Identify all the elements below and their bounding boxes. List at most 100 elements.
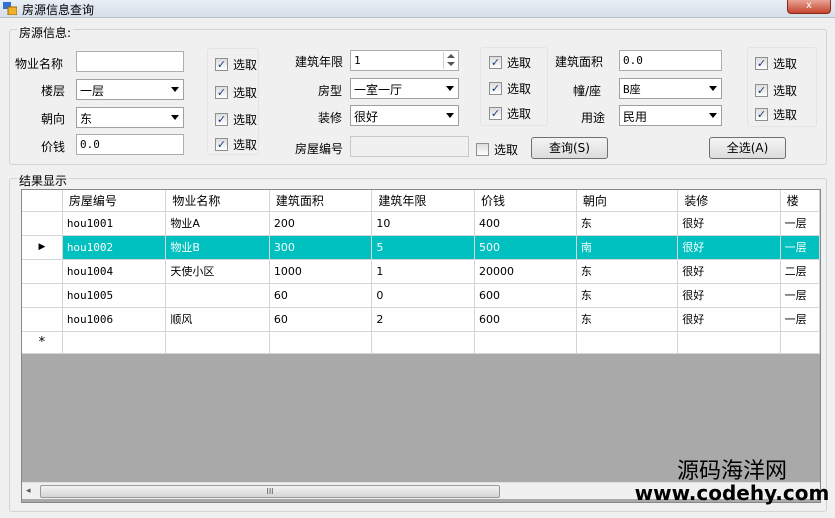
table-cell[interactable]: 很好 (677, 235, 781, 260)
table-cell[interactable] (576, 331, 679, 354)
column-header[interactable]: 楼 (780, 190, 820, 212)
table-row-selected[interactable]: ▶ hou1002 物业B 300 5 500 南 很好 一层 (22, 235, 820, 260)
table-cell[interactable] (165, 331, 270, 354)
table-cell[interactable]: 0 (371, 283, 475, 308)
table-cell[interactable]: 顺风 (165, 307, 270, 332)
select-building-checkbox[interactable]: ✓ 选取 (755, 82, 797, 99)
table-cell[interactable]: 60 (269, 307, 373, 332)
column-header[interactable]: 建筑年限 (371, 190, 475, 212)
select-orientation-checkbox[interactable]: ✓ 选取 (215, 111, 257, 128)
current-row-indicator-icon[interactable]: ▶ (22, 235, 63, 260)
usage-label: 用途 (581, 111, 606, 125)
watermark-line1: 源码海洋网 (676, 459, 787, 484)
table-cell[interactable]: hou1001 (62, 211, 167, 236)
build-years-stepper[interactable]: 1 (350, 50, 459, 71)
floor-select[interactable]: 一层 (76, 79, 184, 100)
property-name-input[interactable] (76, 51, 184, 72)
select-house-no-checkbox[interactable]: 选取 (476, 141, 518, 158)
table-cell[interactable] (269, 331, 373, 354)
new-row-asterisk-icon[interactable]: * (22, 331, 63, 354)
table-cell[interactable]: 600 (474, 307, 577, 332)
table-cell[interactable]: 物业A (165, 211, 270, 236)
row-header[interactable] (22, 211, 63, 236)
row-header[interactable] (22, 283, 63, 308)
table-cell[interactable] (62, 331, 167, 354)
table-cell[interactable]: 很好 (677, 259, 781, 284)
table-cell[interactable]: 天使小区 (165, 259, 270, 284)
table-cell[interactable]: 很好 (677, 307, 781, 332)
table-cell[interactable]: 300 (269, 235, 373, 260)
table-cell[interactable]: 60 (269, 283, 373, 308)
table-row[interactable]: hou1001 物业A 200 10 400 东 很好 一层 (22, 211, 820, 236)
table-cell[interactable]: 5 (371, 235, 475, 260)
table-cell[interactable]: 一层 (780, 211, 820, 236)
column-header[interactable]: 物业名称 (165, 190, 270, 212)
building-select[interactable]: B座 (619, 78, 722, 99)
build-area-input[interactable]: 0.0 (619, 50, 722, 71)
house-no-input[interactable] (350, 136, 469, 157)
table-cell[interactable]: 物业B (165, 235, 270, 260)
table-cell[interactable]: 东 (576, 259, 679, 284)
row-header[interactable] (22, 307, 63, 332)
select-all-button[interactable]: 全选(A) (709, 137, 786, 159)
scroll-thumb[interactable]: III (40, 485, 500, 498)
table-cell[interactable]: 很好 (677, 211, 781, 236)
row-header[interactable] (22, 259, 63, 284)
table-cell[interactable]: 20000 (474, 259, 577, 284)
select-build-area-checkbox[interactable]: ✓ 选取 (755, 55, 797, 72)
table-cell[interactable]: 1 (371, 259, 475, 284)
select-usage-checkbox[interactable]: ✓ 选取 (755, 106, 797, 123)
table-cell[interactable]: 400 (474, 211, 577, 236)
table-cell[interactable]: 一层 (780, 235, 820, 260)
column-header[interactable]: 朝向 (576, 190, 679, 212)
table-cell[interactable]: hou1005 (62, 283, 167, 308)
close-button[interactable]: x (787, 0, 831, 14)
table-cell[interactable]: hou1002 (62, 235, 167, 260)
select-price-checkbox[interactable]: ✓ 选取 (215, 136, 257, 153)
usage-select[interactable]: 民用 (619, 105, 722, 126)
table-cell[interactable] (371, 331, 475, 354)
orientation-select[interactable]: 东 (76, 107, 184, 128)
column-header[interactable]: 价钱 (474, 190, 577, 212)
spin-arrows-icon[interactable] (443, 52, 457, 69)
table-cell[interactable]: 很好 (677, 283, 781, 308)
room-type-select[interactable]: 一室一厅 (350, 78, 459, 99)
decoration-select[interactable]: 很好 (350, 105, 459, 126)
table-cell[interactable]: 500 (474, 235, 577, 260)
select-room-type-checkbox[interactable]: ✓ 选取 (489, 80, 531, 97)
scroll-left-icon[interactable]: ◂ (26, 486, 31, 496)
table-cell[interactable] (165, 283, 270, 308)
table-cell[interactable]: 南 (576, 235, 679, 260)
table-cell[interactable]: 东 (576, 283, 679, 308)
table-row[interactable]: hou1004 天使小区 1000 1 20000 东 很好 二层 (22, 259, 820, 284)
select-floor-checkbox[interactable]: ✓ 选取 (215, 84, 257, 101)
select-property-name-checkbox[interactable]: ✓ 选取 (215, 56, 257, 73)
table-row[interactable]: hou1005 60 0 600 东 很好 一层 (22, 283, 820, 308)
table-cell[interactable]: 二层 (780, 259, 820, 284)
column-header[interactable]: 房屋编号 (62, 190, 167, 212)
table-cell[interactable] (780, 331, 820, 354)
results-grid[interactable]: 房屋编号 物业名称 建筑面积 建筑年限 价钱 朝向 装修 楼 hou1001 物… (21, 189, 821, 503)
new-row[interactable]: * (22, 331, 820, 354)
table-cell[interactable]: 一层 (780, 307, 820, 332)
table-cell[interactable] (474, 331, 577, 354)
table-cell[interactable]: 一层 (780, 283, 820, 308)
table-cell[interactable]: 东 (576, 211, 679, 236)
table-cell[interactable]: 2 (371, 307, 475, 332)
table-cell[interactable]: 200 (269, 211, 373, 236)
price-input[interactable]: 0.0 (76, 134, 184, 155)
table-cell[interactable]: 东 (576, 307, 679, 332)
select-build-years-checkbox[interactable]: ✓ 选取 (489, 54, 531, 71)
select-decoration-checkbox[interactable]: ✓ 选取 (489, 105, 531, 122)
table-cell[interactable]: 600 (474, 283, 577, 308)
build-years-label: 建筑年限 (295, 55, 344, 69)
table-cell[interactable] (677, 331, 781, 354)
table-cell[interactable]: hou1006 (62, 307, 167, 332)
table-row[interactable]: hou1006 顺风 60 2 600 东 很好 一层 (22, 307, 820, 332)
column-header[interactable]: 装修 (677, 190, 781, 212)
table-cell[interactable]: 1000 (269, 259, 373, 284)
query-button[interactable]: 查询(S) (531, 137, 608, 159)
column-header[interactable]: 建筑面积 (269, 190, 373, 212)
table-cell[interactable]: 10 (371, 211, 475, 236)
table-cell[interactable]: hou1004 (62, 259, 167, 284)
